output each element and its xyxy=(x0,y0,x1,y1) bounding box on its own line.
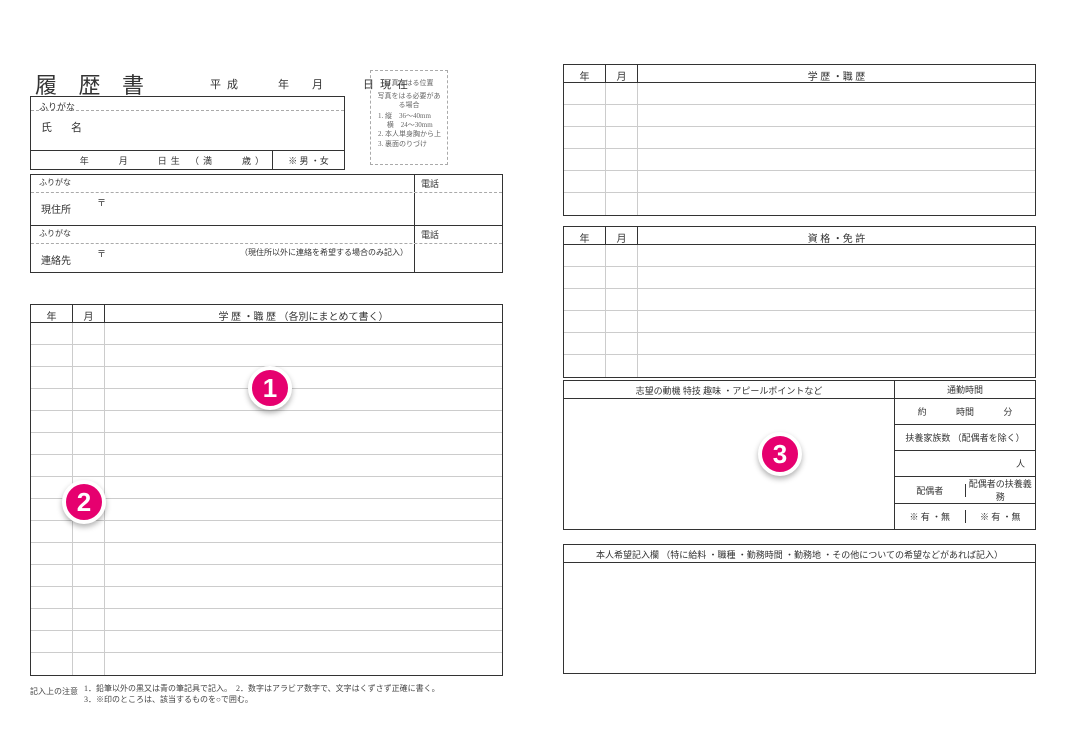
history-row[interactable] xyxy=(564,171,1035,193)
qual-row[interactable] xyxy=(564,289,1035,311)
dependents-label: 扶養家族数 （配偶者を除く） xyxy=(895,425,1035,451)
resume-right-page: 年 月 学 歴 ・職 歴 年 月 資 格 ・免 許 xyxy=(563,30,1036,717)
history-row[interactable] xyxy=(31,323,502,345)
history-row[interactable] xyxy=(564,105,1035,127)
postal-mark2: 〒 xyxy=(93,244,110,276)
col-qualifications: 資 格 ・免 許 xyxy=(638,227,1035,244)
badge-2: 2 xyxy=(62,480,106,524)
photo-title: 写真をはる位置 xyxy=(375,79,443,88)
photo-line3: 3. 裏面のりづけ xyxy=(378,140,443,149)
wish-block: 本人希望記入欄 （特に給料 ・職種 ・勤務時間 ・勤務地 ・その他についての希望… xyxy=(563,544,1036,674)
furigana-label: ふりがな xyxy=(31,97,83,110)
qual-row[interactable] xyxy=(564,355,1035,377)
photo-line2: 2. 本人単身胸から上 xyxy=(378,130,443,139)
history-row[interactable] xyxy=(31,411,502,433)
history-block-right1: 年 月 学 歴 ・職 歴 xyxy=(563,64,1036,216)
spouse-label: 配偶者 xyxy=(895,484,966,497)
col-year: 年 xyxy=(564,227,606,244)
spouse-support-yesno[interactable]: ※ 有 ・無 xyxy=(966,510,1036,523)
commute-value[interactable]: 約 時間 分 xyxy=(895,399,1035,425)
gender-field[interactable]: ※ 男 ・女 xyxy=(272,151,344,169)
history-row[interactable] xyxy=(564,193,1035,215)
tel-label1: 電話 xyxy=(414,175,502,192)
history-row[interactable] xyxy=(31,587,502,609)
col-year: 年 xyxy=(564,65,606,82)
history-row[interactable] xyxy=(31,455,502,477)
history-row[interactable] xyxy=(31,631,502,653)
dob-field[interactable]: 年 月 日生 （満 歳） xyxy=(76,151,272,169)
personal-info-block: ふりがな 氏 名 年 月 日生 （満 歳） ※ 男 ・女 xyxy=(30,96,345,170)
history-row[interactable] xyxy=(564,127,1035,149)
col-month: 月 xyxy=(73,305,105,322)
postal-mark1: 〒 xyxy=(93,193,110,225)
notes-line1: 1．鉛筆以外の黒又は青の筆記具で記入。 2．数字はアラビア数字で、文字はくずさず… xyxy=(84,684,440,694)
resume-left-page: 履 歴 書 平成 年 月 日現在 写真をはる位置 写真をはる必要がある場合 1.… xyxy=(30,30,503,717)
history-row[interactable] xyxy=(31,565,502,587)
contact-addr-label: 連絡先 xyxy=(31,244,93,276)
notes-line2: 3．※印のところは、該当するものを○で囲む。 xyxy=(84,695,440,705)
notes-label: 記入上の注意 xyxy=(30,684,78,705)
tel-field1[interactable] xyxy=(414,193,502,225)
history-row[interactable] xyxy=(31,521,502,543)
photo-line1: 1. 縦 36～40mm xyxy=(378,112,443,121)
photo-placeholder: 写真をはる位置 写真をはる必要がある場合 1. 縦 36～40mm 横 24～3… xyxy=(370,70,448,165)
photo-note: 写真をはる必要がある場合 xyxy=(375,92,443,110)
address-block: ふりがな 電話 現住所 〒 ふりがな 電話 連絡先 〒 （現住所以外に連絡を希望… xyxy=(30,174,503,273)
qual-row[interactable] xyxy=(564,245,1035,267)
badge-3: 3 xyxy=(758,432,802,476)
col-year: 年 xyxy=(31,305,73,322)
fill-notes: 記入上の注意 1．鉛筆以外の黒又は青の筆記具で記入。 2．数字はアラビア数字で、… xyxy=(30,684,440,705)
motivation-header: 志望の動機 特技 趣味 ・アピールポイントなど xyxy=(564,381,894,399)
tel-field2[interactable] xyxy=(414,244,502,272)
history-row[interactable] xyxy=(31,433,502,455)
dependents-value[interactable]: 人 xyxy=(895,451,1035,477)
spouse-support-label: 配偶者の扶養義務 xyxy=(966,477,1036,503)
commute-label: 通勤時間 xyxy=(895,381,1035,399)
spouse-yesno[interactable]: ※ 有 ・無 xyxy=(895,510,966,523)
history-row[interactable] xyxy=(31,543,502,565)
name-field[interactable] xyxy=(96,111,344,150)
history-row[interactable] xyxy=(31,653,502,675)
qual-row[interactable] xyxy=(564,267,1035,289)
history-row[interactable] xyxy=(564,149,1035,171)
addr-furigana1: ふりがな xyxy=(31,175,414,188)
wish-header: 本人希望記入欄 （特に給料 ・職種 ・勤務時間 ・勤務地 ・その他についての希望… xyxy=(564,545,1035,563)
qualifications-block: 年 月 資 格 ・免 許 xyxy=(563,226,1036,378)
addr-furigana2: ふりがな xyxy=(31,226,414,239)
history-row[interactable] xyxy=(31,609,502,631)
col-history-r1: 学 歴 ・職 歴 xyxy=(638,65,1035,82)
col-history: 学 歴 ・職 歴 （各別にまとめて書く） xyxy=(105,305,502,322)
history-row[interactable] xyxy=(31,345,502,367)
motivation-field[interactable] xyxy=(564,399,894,529)
name-label: 氏 名 xyxy=(31,111,96,150)
qual-row[interactable] xyxy=(564,333,1035,355)
current-addr-label: 現住所 xyxy=(31,193,93,225)
col-month: 月 xyxy=(606,227,638,244)
col-month: 月 xyxy=(606,65,638,82)
badge-1: 1 xyxy=(248,366,292,410)
contact-note: （現住所以外に連絡を希望する場合のみ記入） xyxy=(234,244,414,276)
qual-row[interactable] xyxy=(564,311,1035,333)
history-row[interactable] xyxy=(564,83,1035,105)
tel-label2: 電話 xyxy=(414,226,502,243)
